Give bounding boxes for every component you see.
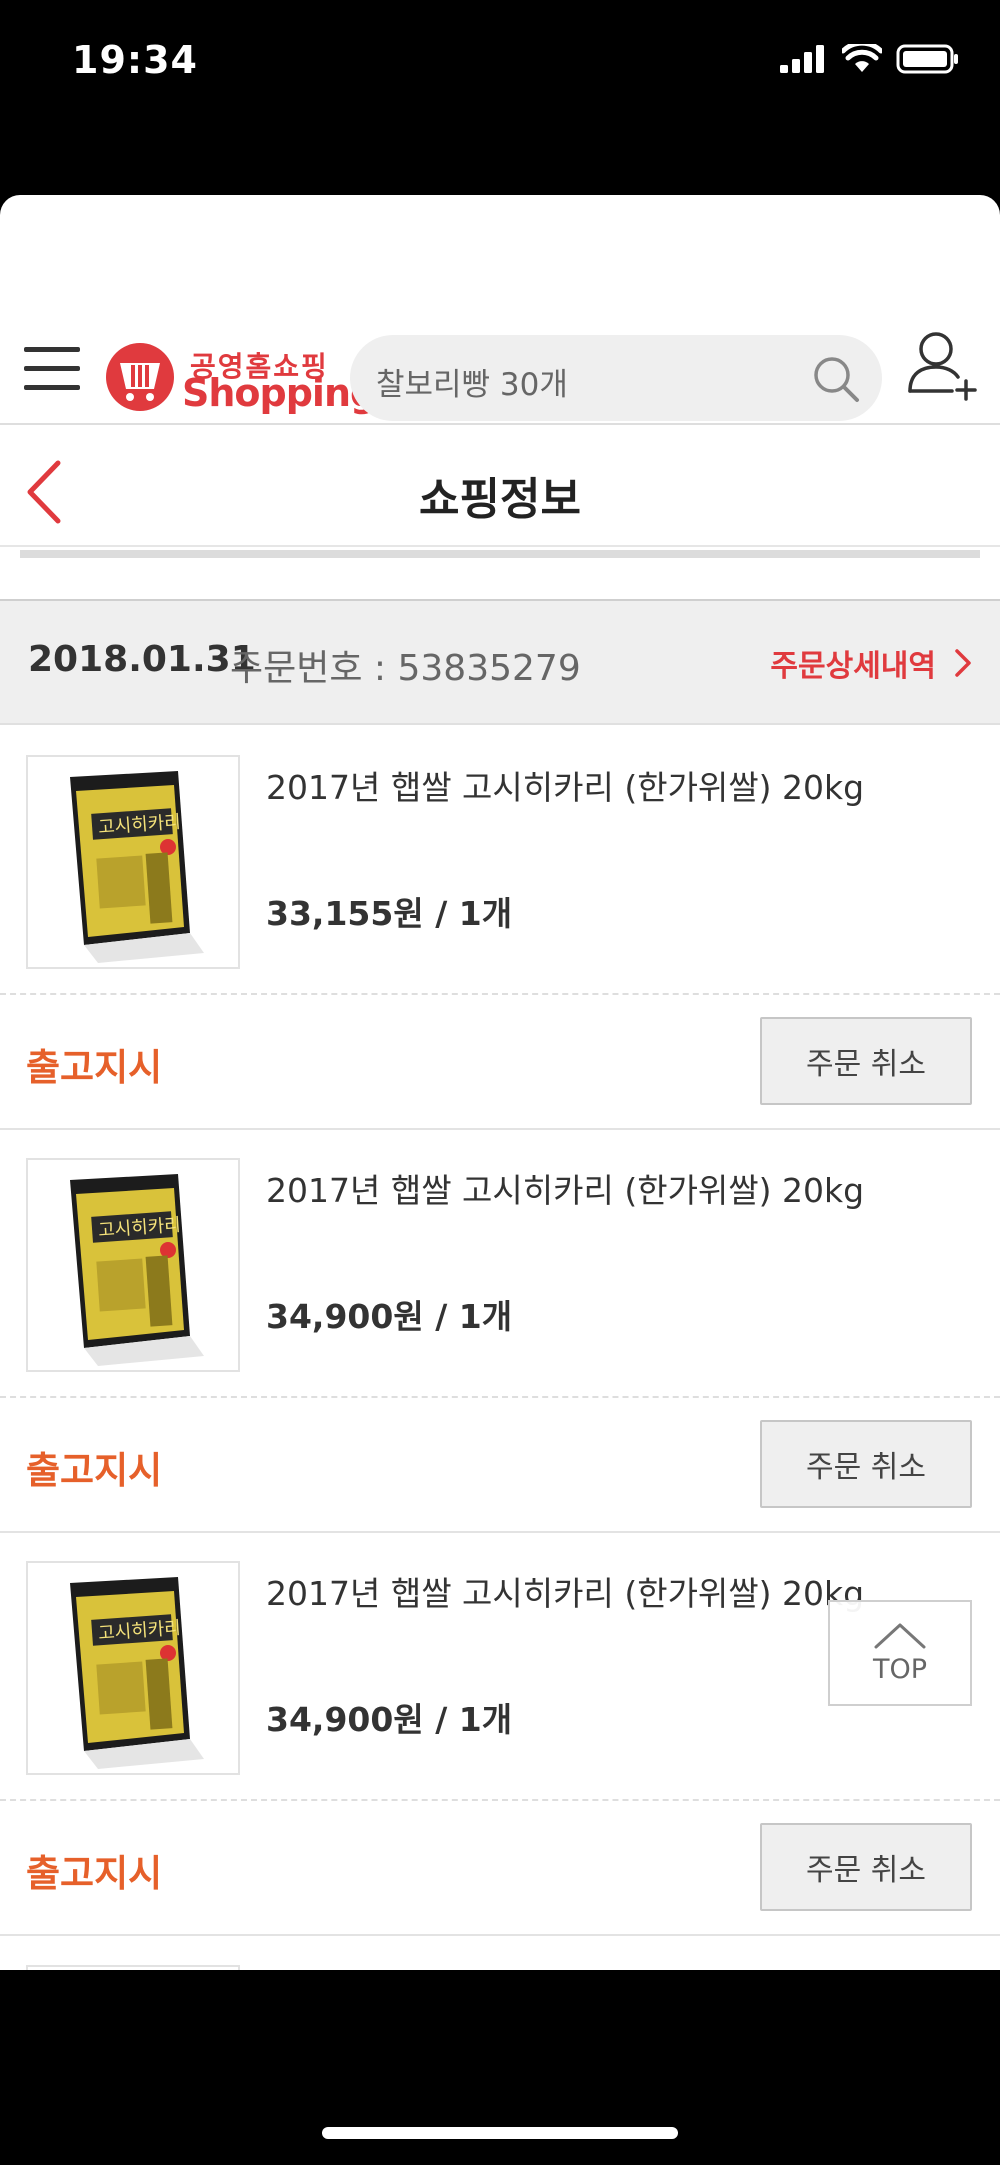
app-sheet: 공영홈쇼핑 Shopping 찰보리빵 30개 쇼핑정보 2018.01.31 … xyxy=(0,195,1000,1970)
item-status: 출고지시 xyxy=(26,1046,163,1089)
product-price: 34,900원 / 1개 xyxy=(266,1297,513,1336)
order-item: 고시히카리 2017년 햅쌀 고시히카리 (한가위쌀) 20kg 34,900원… xyxy=(0,1533,1000,1936)
user-add-icon[interactable] xyxy=(904,325,980,401)
next-item-peek xyxy=(26,1965,240,1970)
logo[interactable]: 공영홈쇼핑 Shopping xyxy=(104,333,377,415)
status-time: 19:34 xyxy=(72,38,198,82)
order-detail-link[interactable]: 주문상세내역 xyxy=(770,641,972,685)
product-thumbnail[interactable]: 고시히카리 xyxy=(26,1158,240,1372)
chevron-up-icon xyxy=(874,1623,926,1648)
product-name[interactable]: 2017년 햅쌀 고시히카리 (한가위쌀) 20kg xyxy=(266,1164,864,1212)
scroll-top-label: TOP xyxy=(872,1653,928,1685)
order-number: 주문번호 : 53835279 xyxy=(230,648,581,689)
title-bar: 쇼핑정보 xyxy=(0,427,1000,547)
chevron-right-icon xyxy=(955,649,971,677)
rice-bag-image: 고시히카리 xyxy=(70,1174,204,1366)
divider xyxy=(20,550,980,558)
home-indicator[interactable] xyxy=(322,2127,678,2139)
product-price: 34,900원 / 1개 xyxy=(266,1700,513,1739)
order-date: 2018.01.31 xyxy=(28,639,256,680)
product-name[interactable]: 2017년 햅쌀 고시히카리 (한가위쌀) 20kg xyxy=(266,1567,864,1615)
rice-bag-image: 고시히카리 xyxy=(70,1577,204,1769)
logo-basket-icon xyxy=(106,343,174,411)
signal-icon xyxy=(780,45,824,73)
product-name[interactable]: 2017년 햅쌀 고시히카리 (한가위쌀) 20kg xyxy=(266,761,864,809)
cancel-order-button[interactable]: 주문 취소 xyxy=(760,1823,972,1911)
order-item: 고시히카리 2017년 햅쌀 고시히카리 (한가위쌀) 20kg 34,900원… xyxy=(0,1130,1000,1533)
order-item: 고시히카리 2017년 햅쌀 고시히카리 (한가위쌀) 20kg 33,155원… xyxy=(0,727,1000,1130)
search-value: 찰보리빵 30개 xyxy=(376,367,568,403)
item-product[interactable]: 고시히카리 2017년 햅쌀 고시히카리 (한가위쌀) 20kg 33,155원… xyxy=(0,727,1000,995)
search-input[interactable]: 찰보리빵 30개 xyxy=(350,335,882,421)
status-bar: 19:34 xyxy=(0,0,1000,130)
status-icons xyxy=(780,44,960,74)
search-icon[interactable] xyxy=(810,353,862,405)
item-status: 출고지시 xyxy=(26,1852,163,1895)
scroll-top-button[interactable]: TOP xyxy=(828,1600,972,1706)
product-thumbnail[interactable]: 고시히카리 xyxy=(26,755,240,969)
product-price: 33,155원 / 1개 xyxy=(266,894,513,933)
app-header: 공영홈쇼핑 Shopping 찰보리빵 30개 xyxy=(0,315,1000,425)
order-header: 2018.01.31 주문번호 : 53835279 주문상세내역 xyxy=(0,599,1000,725)
page-title: 쇼핑정보 xyxy=(419,474,581,525)
battery-icon xyxy=(896,44,958,74)
item-status: 출고지시 xyxy=(26,1449,163,1492)
cancel-order-button[interactable]: 주문 취소 xyxy=(760,1017,972,1105)
logo-text-main: Shopping xyxy=(182,371,377,415)
order-detail-label: 주문상세내역 xyxy=(770,649,936,684)
product-thumbnail[interactable]: 고시히카리 xyxy=(26,1561,240,1775)
hamburger-icon[interactable] xyxy=(24,347,80,391)
item-product[interactable]: 고시히카리 2017년 햅쌀 고시히카리 (한가위쌀) 20kg 34,900원… xyxy=(0,1130,1000,1398)
rice-bag-image: 고시히카리 xyxy=(70,771,204,963)
cancel-order-button[interactable]: 주문 취소 xyxy=(760,1420,972,1508)
wifi-icon xyxy=(842,44,882,72)
